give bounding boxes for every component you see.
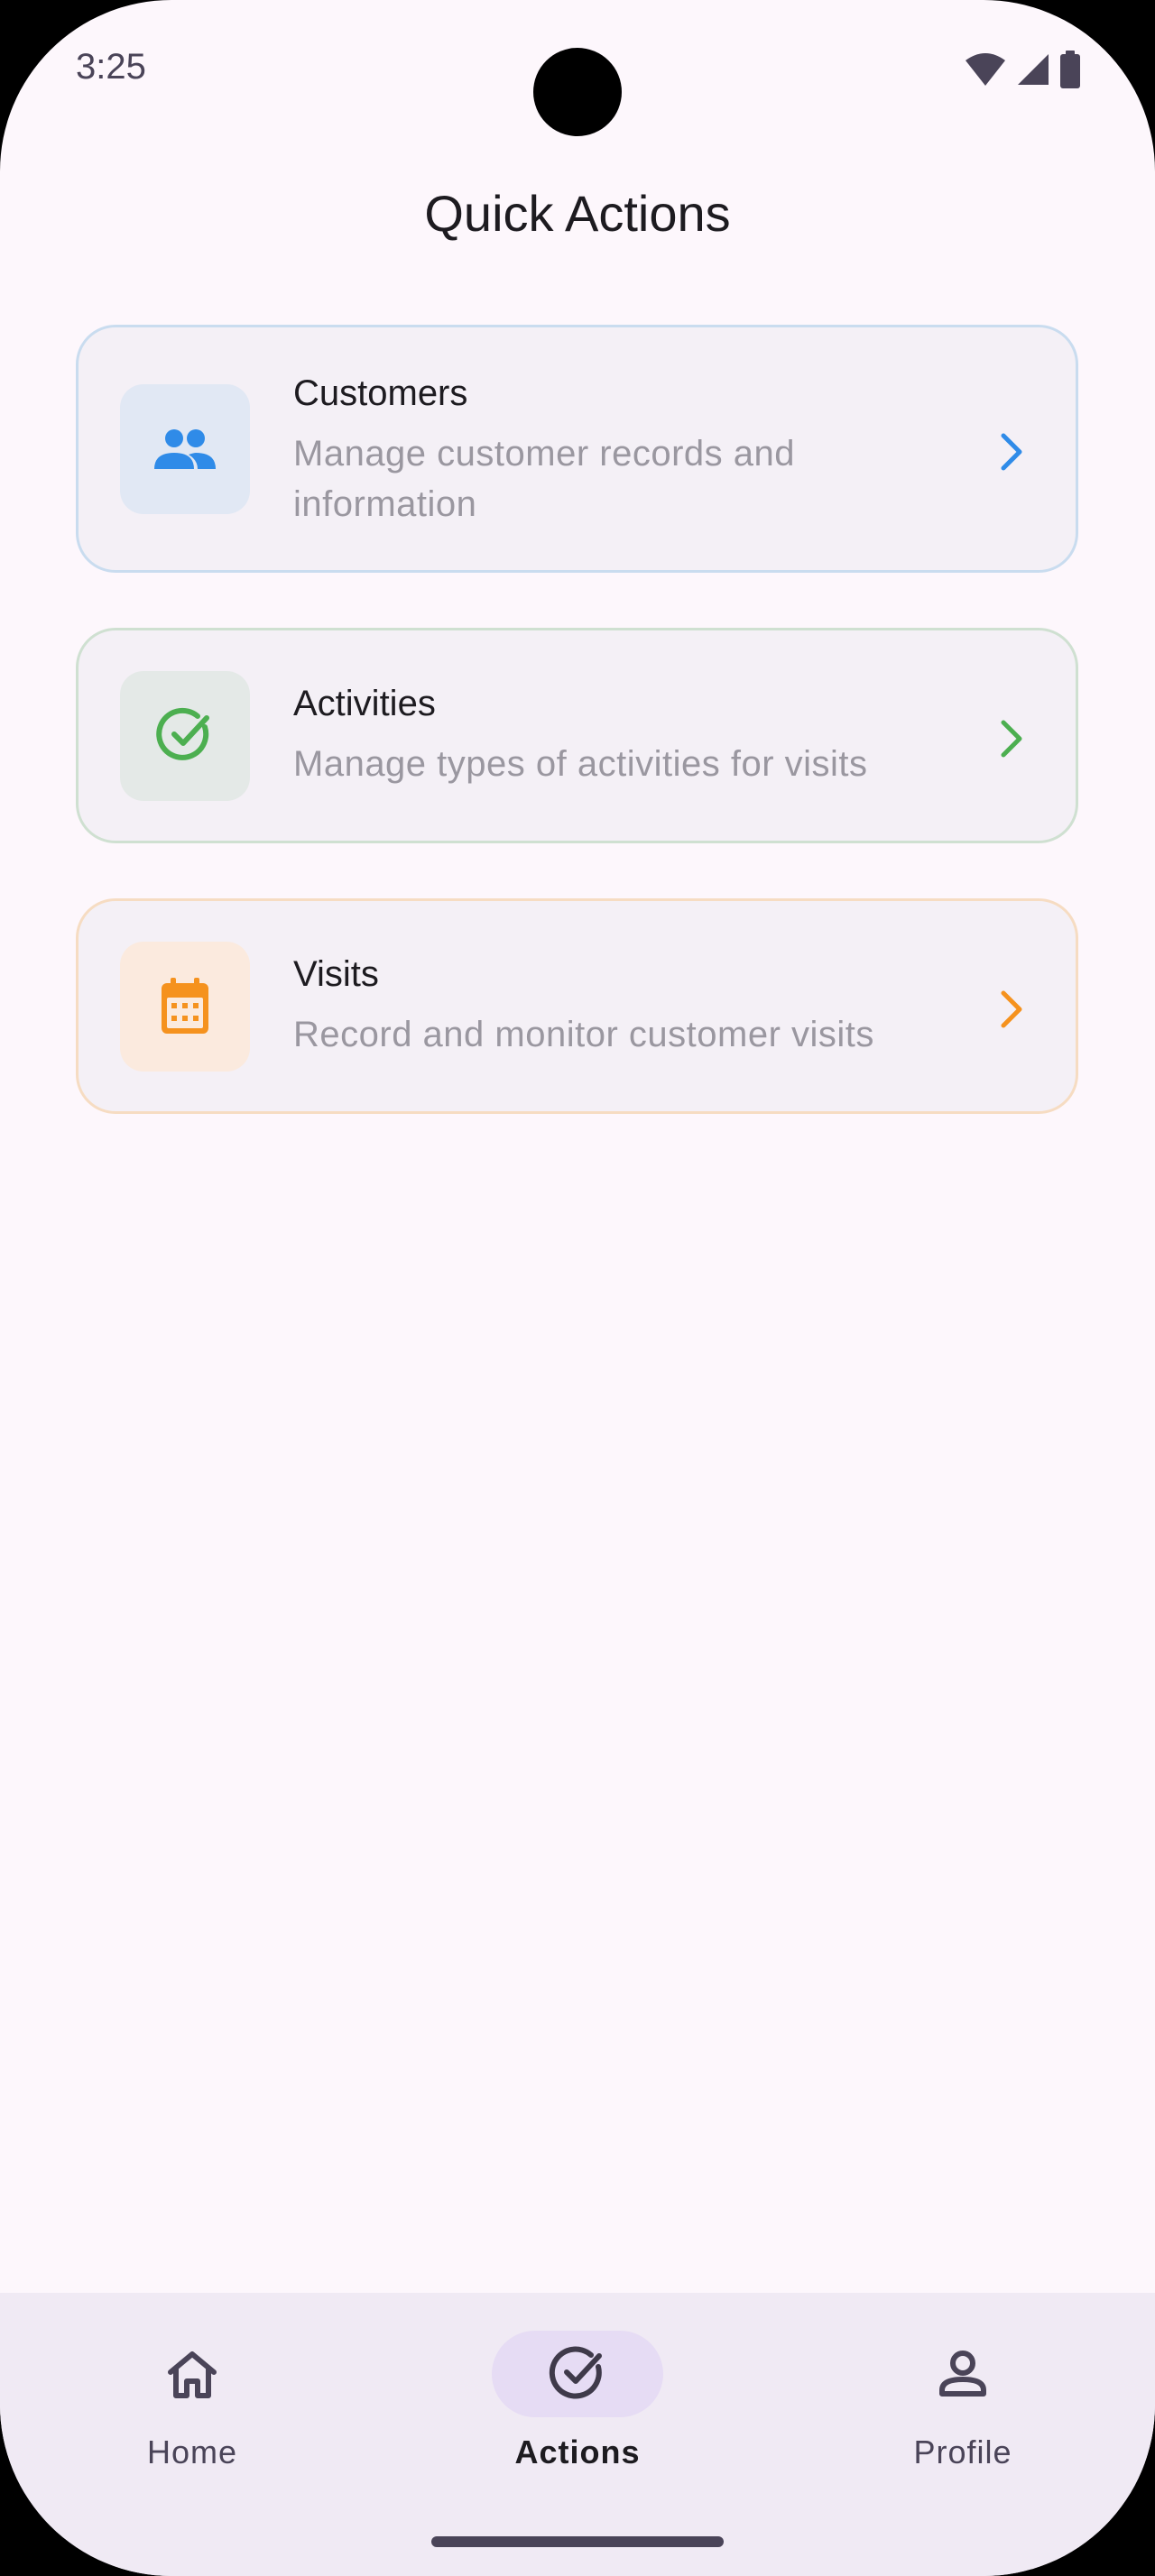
chevron-right-icon: [994, 988, 1030, 1031]
calendar-icon: [162, 978, 208, 1034]
check-circle-icon: [549, 2346, 602, 2399]
activities-icon-tile: [120, 671, 250, 801]
activities-description: Manage types of activities for visits: [293, 744, 868, 784]
person-icon: [939, 2351, 986, 2397]
home-icon: [168, 2351, 217, 2398]
home-indicator-bar[interactable]: [431, 2536, 724, 2547]
check-circle-icon: [156, 707, 209, 760]
nav-home-label: Home: [146, 2433, 238, 2470]
chevron-right-icon: [994, 430, 1030, 474]
visits-description: Record and monitor customer visits: [293, 1015, 874, 1054]
app-screen: 3:25 Quick Actions Customers Manage cust…: [0, 0, 1155, 2576]
people-icon: [154, 429, 216, 469]
activities-title: Activities: [293, 684, 436, 723]
visits-title: Visits: [293, 954, 379, 994]
customers-title: Customers: [293, 373, 468, 413]
visits-icon-tile: [120, 942, 250, 1072]
nav-actions-label: Actions: [514, 2433, 641, 2470]
status-icons: [964, 51, 1081, 88]
customers-card[interactable]: Customers Manage customer records and in…: [76, 325, 1078, 573]
nav-profile-indicator: [877, 2331, 1049, 2417]
activities-card[interactable]: Activities Manage types of activities fo…: [76, 628, 1078, 843]
camera-cutout: [533, 48, 622, 136]
chevron-right-icon: [994, 717, 1030, 760]
signal-icon: [1018, 54, 1049, 85]
battery-icon: [1060, 51, 1080, 88]
nav-profile[interactable]: Profile: [827, 2331, 1098, 2493]
status-time: 3:25: [76, 47, 146, 87]
nav-home[interactable]: Home: [57, 2331, 328, 2493]
nav-actions[interactable]: Actions: [442, 2331, 713, 2493]
customers-icon-tile: [120, 384, 250, 514]
customers-description: Manage customer records and information: [293, 434, 795, 524]
visits-card[interactable]: Visits Record and monitor customer visit…: [76, 898, 1078, 1114]
nav-profile-label: Profile: [913, 2433, 1012, 2470]
bottom-navigation: Home Actions Profile: [0, 2293, 1155, 2576]
page-title: Quick Actions: [424, 185, 731, 242]
wifi-icon: [966, 53, 1005, 86]
nav-actions-indicator: [492, 2331, 663, 2417]
nav-home-indicator: [106, 2331, 278, 2417]
